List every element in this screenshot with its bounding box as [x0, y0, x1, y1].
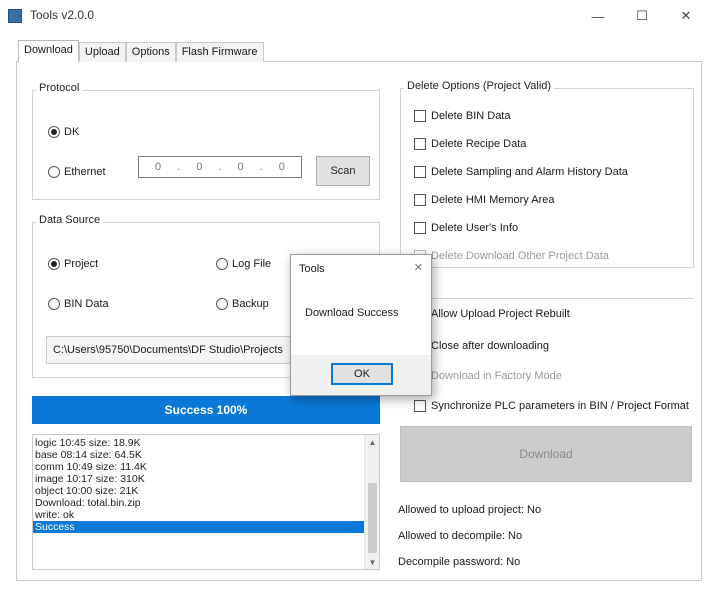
checkbox-indicator	[414, 138, 426, 150]
ip-address-input[interactable]: 0 . 0 . 0 . 0	[138, 156, 302, 178]
checkbox-indicator	[414, 400, 426, 412]
log-lines: logic 10:45 size: 18.9K base 08:14 size:…	[33, 437, 365, 533]
radio-dk[interactable]: DK	[48, 126, 79, 138]
sync-plc-params-label: Synchronize PLC parameters in BIN / Proj…	[431, 400, 689, 412]
tab-options[interactable]: Options	[125, 42, 176, 62]
app-icon	[8, 9, 22, 23]
log-line[interactable]: Download: total.bin.zip	[33, 497, 365, 509]
sync-plc-params-checkbox[interactable]: Synchronize PLC parameters in BIN / Proj…	[414, 400, 689, 412]
log-line-selected[interactable]: Success	[33, 521, 365, 533]
radio-log-file-label: Log File	[232, 258, 272, 270]
scroll-down-icon[interactable]: ▼	[365, 555, 379, 569]
allow-upload-rebuilt-checkbox[interactable]: Allow Upload Project Rebuilt	[414, 308, 570, 320]
checkbox-indicator	[414, 194, 426, 206]
checkbox-indicator	[414, 110, 426, 122]
delete-other-project-checkbox[interactable]: Delete Download Other Project Data	[414, 250, 609, 262]
dialog-ok-button[interactable]: OK	[331, 363, 393, 385]
radio-backup-label: Backup	[232, 298, 269, 310]
checkbox-indicator	[414, 166, 426, 178]
delete-user-info-label: Delete User's Info	[431, 222, 519, 234]
log-line[interactable]: object 10:00 size: 21K	[33, 485, 365, 497]
log-line[interactable]: image 10:17 size: 310K	[33, 473, 365, 485]
radio-log-file[interactable]: Log File	[216, 258, 271, 270]
radio-project-label: Project	[64, 258, 99, 270]
scroll-up-icon[interactable]: ▲	[365, 435, 379, 449]
data-source-legend: Data Source	[36, 214, 104, 226]
dialog-close-icon[interactable]: ✕	[414, 261, 423, 274]
window-title: Tools v2.0.0	[30, 8, 95, 22]
close-button[interactable]: ✕	[664, 0, 708, 32]
factory-mode-label: Download in Factory Mode	[431, 370, 562, 382]
log-line[interactable]: comm 10:49 size: 11.4K	[33, 461, 365, 473]
delete-user-info-checkbox[interactable]: Delete User's Info	[414, 222, 518, 234]
close-after-download-label: Close after downloading	[431, 340, 550, 352]
title-bar: Tools v2.0.0 — ☐ ✕	[0, 0, 708, 32]
dialog-footer: OK	[291, 355, 431, 395]
scan-button[interactable]: Scan	[316, 156, 370, 186]
ip-dot-3: .	[259, 161, 263, 173]
ip-octet-2: 0	[196, 161, 203, 173]
radio-project[interactable]: Project	[48, 258, 98, 270]
ip-octet-4: 0	[278, 161, 285, 173]
close-after-download-checkbox[interactable]: Close after downloading	[414, 340, 549, 352]
allowed-upload-info: Allowed to upload project: No	[398, 504, 542, 516]
log-line[interactable]: logic 10:45 size: 18.9K	[33, 437, 365, 449]
decompile-password-info: Decompile password: No	[398, 556, 521, 568]
dialog-body	[291, 287, 431, 357]
ip-octet-1: 0	[155, 161, 162, 173]
download-button[interactable]: Download	[400, 426, 692, 482]
factory-mode-checkbox[interactable]: Download in Factory Mode	[414, 370, 562, 382]
radio-ethernet-indicator	[48, 166, 60, 178]
dialog-title: Tools	[299, 263, 325, 275]
delete-sampling-alarm-label: Delete Sampling and Alarm History Data	[431, 166, 628, 178]
allowed-decompile-info: Allowed to decompile: No	[398, 530, 523, 542]
delete-hmi-memory-checkbox[interactable]: Delete HMI Memory Area	[414, 194, 554, 206]
progress-bar: Success 100%	[32, 396, 380, 424]
allow-upload-rebuilt-label: Allow Upload Project Rebuilt	[431, 308, 570, 320]
protocol-legend: Protocol	[36, 82, 83, 94]
ip-dot-2: .	[218, 161, 222, 173]
delete-bin-data-checkbox[interactable]: Delete BIN Data	[414, 110, 510, 122]
maximize-button[interactable]: ☐	[620, 0, 664, 32]
radio-backup-indicator	[216, 298, 228, 310]
checkbox-indicator	[414, 222, 426, 234]
delete-hmi-memory-label: Delete HMI Memory Area	[431, 194, 555, 206]
ip-dot-1: .	[177, 161, 181, 173]
scroll-thumb[interactable]	[368, 483, 377, 553]
log-line[interactable]: write: ok	[33, 509, 365, 521]
delete-options-legend: Delete Options (Project Valid)	[404, 80, 555, 92]
tab-download[interactable]: Download	[18, 40, 79, 62]
radio-dk-indicator	[48, 126, 60, 138]
tab-upload[interactable]: Upload	[78, 42, 126, 62]
radio-bin-data-indicator	[48, 298, 60, 310]
radio-project-indicator	[48, 258, 60, 270]
radio-log-file-indicator	[216, 258, 228, 270]
delete-bin-data-label: Delete BIN Data	[431, 110, 511, 122]
radio-bin-data-label: BIN Data	[64, 298, 109, 310]
minimize-button[interactable]: —	[576, 0, 620, 32]
log-line[interactable]: base 08:14 size: 64.5K	[33, 449, 365, 461]
delete-recipe-data-checkbox[interactable]: Delete Recipe Data	[414, 138, 526, 150]
delete-sampling-alarm-checkbox[interactable]: Delete Sampling and Alarm History Data	[414, 166, 628, 178]
log-scrollbar[interactable]: ▲ ▼	[364, 435, 379, 569]
options-separator	[400, 298, 694, 299]
tab-flash-firmware[interactable]: Flash Firmware	[175, 42, 264, 62]
radio-ethernet-label: Ethernet	[64, 166, 106, 178]
ip-octet-3: 0	[237, 161, 244, 173]
radio-ethernet[interactable]: Ethernet	[48, 166, 106, 178]
tab-strip: Download Upload Options Flash Firmware	[18, 40, 264, 62]
log-list[interactable]: logic 10:45 size: 18.9K base 08:14 size:…	[32, 434, 380, 570]
message-dialog: Tools ✕ Download Success OK	[290, 254, 432, 396]
delete-recipe-data-label: Delete Recipe Data	[431, 138, 527, 150]
dialog-message: Download Success	[305, 307, 399, 319]
radio-dk-label: DK	[64, 126, 80, 138]
radio-backup[interactable]: Backup	[216, 298, 269, 310]
radio-bin-data[interactable]: BIN Data	[48, 298, 109, 310]
delete-other-project-label: Delete Download Other Project Data	[431, 250, 609, 262]
